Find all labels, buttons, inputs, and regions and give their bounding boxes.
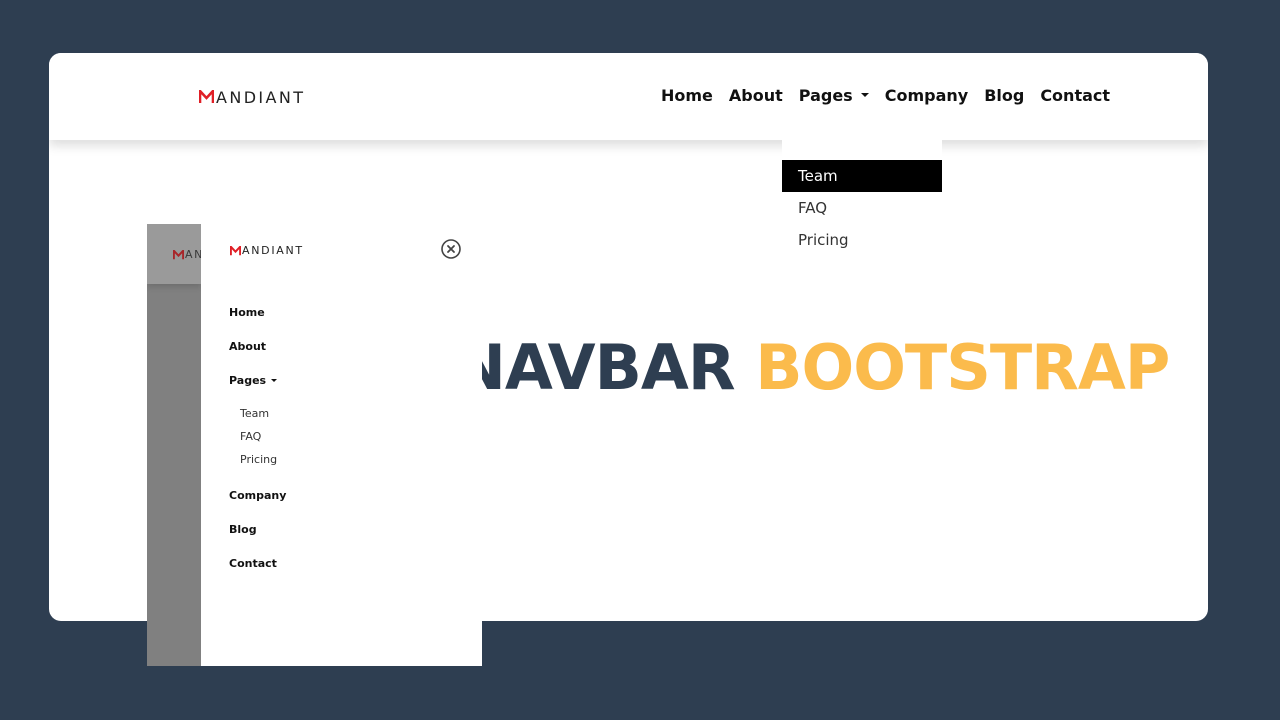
mobile-nav-item-home[interactable]: Home bbox=[229, 306, 265, 319]
nav-item-contact[interactable]: Contact bbox=[1040, 86, 1110, 105]
pages-dropdown-menu: Team FAQ Pricing bbox=[782, 140, 942, 252]
brand-mark-icon bbox=[230, 245, 241, 256]
dropdown-item-faq[interactable]: FAQ bbox=[782, 192, 942, 224]
mobile-brand-text: ANDIANT bbox=[242, 244, 304, 257]
mobile-nav-item-blog[interactable]: Blog bbox=[229, 523, 257, 536]
dropdown-item-pricing[interactable]: Pricing bbox=[782, 224, 942, 256]
mobile-subitem-faq[interactable]: FAQ bbox=[240, 430, 261, 443]
hero-title: NAVBAR BOOTSTRAP bbox=[454, 337, 1170, 399]
mobile-nav-item-contact[interactable]: Contact bbox=[229, 557, 277, 570]
nav-item-about[interactable]: About bbox=[729, 86, 783, 105]
mobile-backdrop-brand: ANDIANT bbox=[173, 248, 201, 261]
mobile-backdrop[interactable]: ANDIANT bbox=[147, 224, 201, 666]
nav-item-blog[interactable]: Blog bbox=[984, 86, 1024, 105]
hero-title-part1: NAVBAR bbox=[454, 331, 736, 404]
close-circle-icon[interactable] bbox=[441, 239, 461, 259]
hero-title-part2: BOOTSTRAP bbox=[755, 331, 1170, 404]
brand-text: ANDIANT bbox=[216, 87, 306, 107]
brand-mark-icon bbox=[199, 90, 214, 104]
nav-item-company[interactable]: Company bbox=[885, 86, 968, 105]
nav-links: Home About Pages Company Blog Contact bbox=[661, 86, 1110, 105]
mobile-offcanvas-panel: ANDIANT Home About Pages Team FAQ Pricin… bbox=[201, 224, 482, 666]
mobile-backdrop-brand-text: ANDIANT bbox=[185, 248, 201, 261]
mobile-subitem-team[interactable]: Team bbox=[240, 407, 269, 420]
brand-logo[interactable]: ANDIANT bbox=[199, 87, 305, 107]
nav-item-home[interactable]: Home bbox=[661, 86, 713, 105]
mobile-nav-item-pages-label: Pages bbox=[229, 374, 267, 387]
nav-item-pages[interactable]: Pages bbox=[799, 86, 869, 105]
mobile-nav-item-about[interactable]: About bbox=[229, 340, 266, 353]
mobile-subitem-pricing[interactable]: Pricing bbox=[240, 453, 277, 466]
mobile-nav-item-pages[interactable]: Pages bbox=[229, 374, 278, 387]
mobile-backdrop-navbar: ANDIANT bbox=[147, 224, 201, 284]
dropdown-item-team[interactable]: Team bbox=[782, 160, 942, 192]
brand-mark-icon bbox=[173, 249, 184, 260]
mobile-brand-logo[interactable]: ANDIANT bbox=[230, 244, 304, 257]
navbar: ANDIANT Home About Pages Company Blog Co… bbox=[49, 53, 1208, 140]
nav-item-pages-label: Pages bbox=[798, 86, 853, 105]
caret-down-icon bbox=[860, 92, 869, 97]
mobile-nav-item-company[interactable]: Company bbox=[229, 489, 286, 502]
caret-down-icon bbox=[271, 378, 278, 382]
